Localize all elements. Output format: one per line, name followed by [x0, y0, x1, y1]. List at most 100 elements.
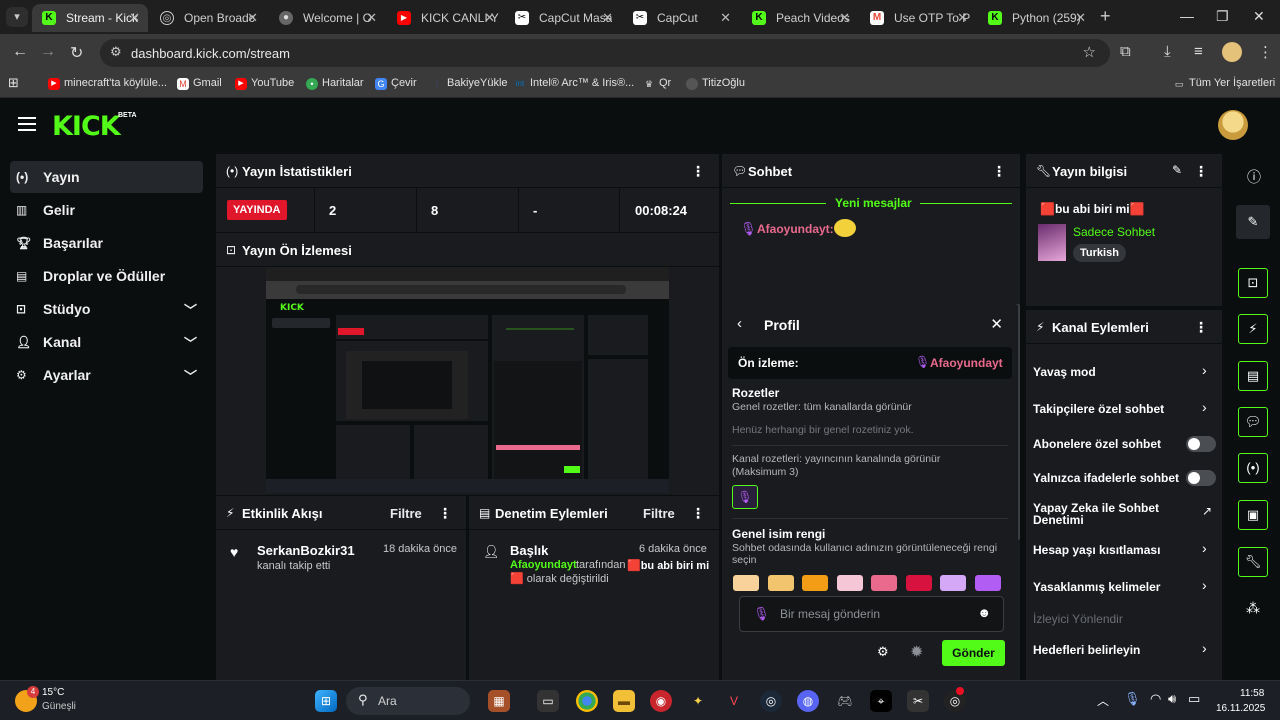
volume-icon[interactable]: 🔊︎ — [1168, 691, 1176, 707]
wrench-icon[interactable]: 🔧︎ — [1238, 547, 1268, 577]
bookmark-qr[interactable]: ♛ Qr — [643, 77, 671, 89]
tab-python[interactable]: K Python (259) ✕ — [978, 4, 1094, 32]
close-tab-icon[interactable]: ✕ — [1075, 4, 1086, 32]
taskbar-search[interactable]: ⚲ Ara — [346, 687, 470, 715]
new-tab-icon[interactable]: + — [1100, 6, 1111, 27]
wifi-icon[interactable]: ◠ — [1150, 691, 1161, 707]
tab-peach[interactable]: K Peach Videos ✕ — [742, 4, 858, 32]
chat-input[interactable]: 🎙︎ Bir mesaj gönderin ☻ — [739, 596, 1004, 632]
bookmark-minecraft[interactable]: ▶ minecraft'ta köylüle... — [48, 77, 167, 90]
extensions-icon[interactable]: ⧉ — [1120, 43, 1131, 60]
edit-pencil-icon[interactable]: ✎ — [1172, 163, 1182, 177]
color-swatch[interactable] — [733, 575, 759, 591]
site-info-icon[interactable]: ⚙ — [110, 44, 122, 60]
color-swatch[interactable] — [905, 575, 932, 591]
stream-preview-video[interactable]: KICK — [266, 267, 669, 493]
subscribers-only-toggle[interactable] — [1186, 436, 1216, 452]
activity-filter-button[interactable]: Filtre — [390, 506, 422, 521]
bookmark-youtube[interactable]: ▶ YouTube — [235, 77, 294, 90]
nav-item-yayin[interactable]: (•) Yayın — [10, 161, 203, 193]
color-swatch[interactable] — [974, 575, 1001, 591]
minimize-icon[interactable]: — — [1180, 8, 1194, 24]
color-swatch[interactable] — [836, 575, 863, 591]
file-explorer-icon[interactable]: ▬ — [613, 690, 635, 712]
channel-badge-mic[interactable]: 🎙︎ — [732, 485, 758, 509]
color-swatch[interactable] — [940, 575, 966, 591]
broadcast-icon[interactable]: (•) — [1238, 453, 1268, 483]
tab-obs[interactable]: ◎ Open Broadc ✕ — [150, 4, 266, 32]
tab-welcome[interactable]: ● Welcome | O ✕ — [269, 4, 385, 32]
chat-bubble-icon[interactable]: 💬︎ — [1238, 407, 1268, 437]
chevron-up-icon[interactable]: ︿ — [1097, 692, 1109, 709]
tab-stream-kick[interactable]: K Stream - Kick ✕ — [32, 4, 148, 32]
bookmark-gmail[interactable]: M Gmail — [177, 77, 222, 90]
close-icon[interactable]: ✕ — [990, 315, 1003, 333]
nav-item-droplar[interactable]: ▤ Droplar ve Ödüller — [10, 260, 203, 292]
color-swatch[interactable] — [871, 575, 897, 591]
bookmark-intel[interactable]: int Intel® Arc™ & Iris®... — [514, 77, 634, 89]
steam-icon[interactable]: ◎ — [760, 690, 782, 712]
window-close-icon[interactable]: ✕ — [1253, 8, 1265, 25]
nav-item-ayarlar[interactable]: ⚙ Ayarlar ﹀ — [10, 359, 203, 391]
category-thumbnail[interactable] — [1038, 224, 1066, 261]
controller-icon[interactable]: 🎮︎ — [834, 690, 856, 712]
forward-icon[interactable]: → — [40, 43, 56, 61]
bookmark-bakiye[interactable]: ⫶ BakiyeYükle — [431, 77, 508, 89]
more-options-icon[interactable]: ⋮ — [1194, 319, 1208, 336]
game-app-icon[interactable]: ▦ — [488, 690, 510, 712]
close-tab-icon[interactable]: ✕ — [247, 4, 258, 32]
reload-icon[interactable]: ↻ — [70, 43, 83, 63]
document-icon[interactable]: ▤ — [1238, 361, 1268, 391]
media-control-icon[interactable]: ≡ — [1194, 43, 1203, 60]
emotes-only-toggle[interactable] — [1186, 470, 1216, 486]
browser-menu-icon[interactable]: ⋮ — [1258, 43, 1273, 61]
close-tab-icon[interactable]: ✕ — [484, 4, 495, 32]
send-button[interactable]: Gönder — [942, 640, 1005, 666]
chrome-icon[interactable] — [576, 690, 598, 712]
stream-manager-icon[interactable]: ▣ — [1238, 500, 1268, 530]
close-tab-icon[interactable]: ✕ — [720, 4, 731, 32]
discord-icon[interactable]: ◍ — [797, 690, 819, 712]
tab-kick-canli[interactable]: ▶ KICK CANLI Y ✕ — [387, 4, 503, 32]
tab-gmail-otp[interactable]: M Use OTP To P ✕ — [860, 4, 976, 32]
nav-item-studyo[interactable]: ⊡ Stüdyo ﹀ — [10, 293, 203, 325]
bookmark-maps[interactable]: • Haritalar — [306, 77, 364, 90]
clock-date[interactable]: 16.11.2025 — [1216, 703, 1265, 714]
red-app-icon[interactable]: ◉ — [650, 690, 672, 712]
clock-time[interactable]: 11:58 — [1240, 688, 1264, 699]
maximize-icon[interactable]: ❐ — [1216, 8, 1229, 25]
close-tab-icon[interactable]: ✕ — [957, 4, 968, 32]
nav-item-gelir[interactable]: ▥ Gelir — [10, 194, 203, 226]
more-options-icon[interactable]: ⋮ — [691, 505, 705, 522]
download-icon[interactable]: ⤓ — [1164, 43, 1171, 60]
lightning-icon[interactable]: ⚡︎ — [1238, 314, 1268, 344]
nav-item-kanal[interactable]: 👤︎ Kanal ﹀ — [10, 326, 203, 358]
battery-icon[interactable]: ▭ — [1188, 691, 1200, 707]
more-options-icon[interactable]: ⋮ — [438, 505, 452, 522]
menu-icon[interactable] — [18, 117, 36, 131]
capcut-icon[interactable]: ✂ — [907, 690, 929, 712]
color-swatch[interactable] — [802, 575, 828, 591]
color-swatch[interactable] — [767, 575, 794, 591]
all-bookmarks[interactable]: ▭ Tüm Yer İşaretleri — [1173, 77, 1275, 89]
bookmark-star-icon[interactable]: ☆ — [1083, 43, 1096, 61]
user-avatar[interactable] — [1218, 110, 1248, 140]
epic-games-icon[interactable]: ⌖ — [870, 690, 892, 712]
star-app-icon[interactable]: ✦ — [687, 690, 709, 712]
back-icon[interactable]: ← — [12, 43, 28, 61]
chat-username[interactable]: Afaoyundayt: — [757, 222, 834, 236]
browser-profile-avatar[interactable] — [1222, 42, 1242, 62]
microphone-icon[interactable]: 🎙︎ — [1124, 691, 1141, 707]
close-tab-icon[interactable]: ✕ — [366, 4, 377, 32]
bookmark-titizoglu[interactable]: TitizOğlu — [686, 77, 745, 90]
kick-logo[interactable]: KICK — [52, 111, 121, 142]
close-tab-icon[interactable]: ✕ — [839, 4, 850, 32]
more-options-icon[interactable]: ⋮ — [691, 163, 705, 180]
apps-grid-icon[interactable]: ⊞ — [8, 75, 19, 91]
tab-search-button[interactable]: ▾ — [6, 7, 28, 27]
nav-item-basarilar[interactable]: 🏆︎ Başarılar — [10, 227, 203, 259]
windows-start-icon[interactable]: ⊞ — [315, 690, 337, 712]
screenshot-icon[interactable]: ⊡ — [1238, 268, 1268, 298]
back-arrow-icon[interactable]: ‹ — [737, 315, 742, 332]
valorant-icon[interactable]: V — [723, 690, 745, 712]
